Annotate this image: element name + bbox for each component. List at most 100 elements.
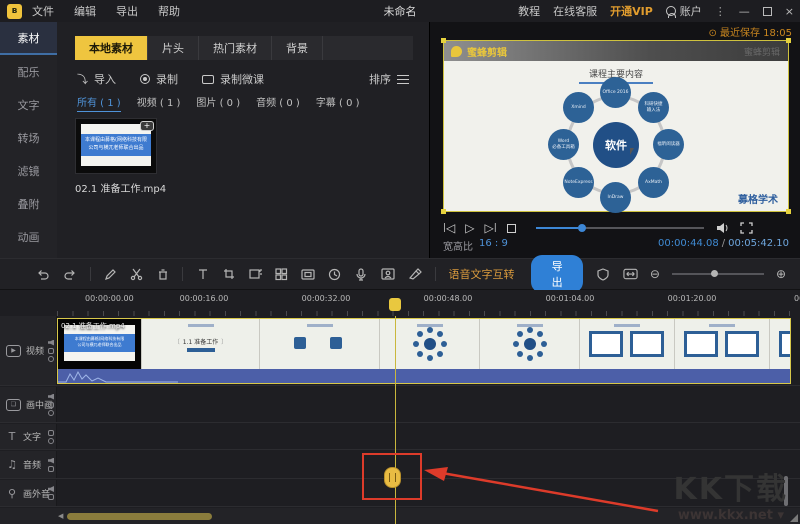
stop-button[interactable] [507,224,516,233]
selection-handle[interactable] [441,38,446,43]
zoom-out-icon[interactable]: ⊖ [650,267,660,281]
library-tabs: 本地素材 片头 热门素材 背景 [75,36,413,60]
next-frame-button[interactable]: ▷| [485,221,497,235]
selection-handle[interactable] [786,38,791,43]
visibility-icon[interactable] [48,438,54,444]
add-to-track-icon[interactable]: + [140,121,154,131]
hscroll-thumb[interactable] [67,513,212,520]
mute-icon[interactable] [48,340,54,346]
tab-background[interactable]: 背景 [272,36,323,60]
redo-icon[interactable] [63,267,77,282]
more-menu-icon[interactable]: ⋮ [715,5,726,18]
seek-slider[interactable] [536,227,704,229]
sidebar-item-overlay[interactable]: 叠附 [0,187,57,220]
mute-icon[interactable] [48,394,54,400]
timeline-ruler[interactable]: 00:00:00.00 00:00:16.00 00:00:32.00 00:0… [57,290,800,316]
freeze-frame-icon[interactable] [249,267,262,282]
track-pip-header[interactable]: ❏ 画中画 [0,387,57,422]
tab-hot-media[interactable]: 热门素材 [199,36,272,60]
record-button[interactable]: 录制 [140,71,178,87]
close-button[interactable]: × [785,5,794,18]
menu-help[interactable]: 帮助 [158,3,180,19]
marker-flag-icon[interactable] [596,267,611,282]
sidebar: 素材 配乐 文字 转场 滤镜 叠附 动画 [0,22,57,258]
lock-icon[interactable] [48,402,54,408]
volume-icon[interactable] [716,222,730,234]
filter-all[interactable]: 所有 ( 1 ) [77,94,121,112]
selection-handle[interactable] [441,209,446,214]
sort-button[interactable]: 排序 [369,71,409,87]
aspect-ratio-value[interactable]: 16 : 9 [479,238,508,253]
annotation-highlight-box [362,453,422,500]
support-link[interactable]: 在线客服 [553,3,597,19]
seek-knob[interactable] [578,224,586,232]
track-voiceover-header[interactable]: ⚲ 画外音 [0,480,57,506]
vip-button[interactable]: 开通VIP [610,3,653,19]
player-controls: |◁ ▷ ▷| [443,218,789,238]
account-button[interactable]: 账户 [666,3,702,19]
record-course-button[interactable]: 录制微课 [202,71,264,87]
zoom-in-icon[interactable]: ⊕ [776,267,786,281]
menu-edit[interactable]: 编辑 [74,3,96,19]
marker-icon[interactable] [408,267,422,282]
edit-icon[interactable] [104,267,117,282]
menu-file[interactable]: 文件 [32,3,54,19]
visibility-icon[interactable] [48,410,54,416]
sidebar-item-filter[interactable]: 滤镜 [0,154,57,187]
filter-subtitle[interactable]: 字幕 ( 0 ) [316,94,360,112]
portrait-icon[interactable] [381,267,395,282]
preview-video-frame[interactable]: 蜜蜂剪辑 蜜蜂剪辑 课程主要内容 软件 Office 2016 科研快捷 输入法… [443,40,789,212]
filmstrip-thumb: 1.1 准备工作 [142,319,260,369]
minimize-button[interactable]: — [739,5,750,18]
timeline-video-clip[interactable]: 02.1 准备工作.mp4 本课程由募格(网络科技有限 公司与横兀老师联合出品 … [57,318,791,384]
timeline-zoom-slider[interactable] [672,273,764,275]
sidebar-item-media[interactable]: 素材 [0,22,57,55]
sidebar-item-text[interactable]: 文字 [0,88,57,121]
player-info: 宽高比 16 : 9 00:00:44.08/00:05:42.10 [443,238,789,253]
track-audio-header[interactable]: ♫ 音频 [0,451,57,478]
tab-local-media[interactable]: 本地素材 [75,36,148,60]
prev-frame-button[interactable]: |◁ [443,221,455,235]
filmstrip-thumb [480,319,580,369]
fit-timeline-icon[interactable] [623,267,638,282]
zoom-knob[interactable] [711,270,718,277]
speed-icon[interactable] [328,267,341,282]
undo-icon[interactable] [36,267,50,282]
visibility-icon[interactable] [48,356,54,362]
pip-zoom-icon[interactable] [301,267,315,282]
sidebar-item-animation[interactable]: 动画 [0,220,57,253]
mosaic-icon[interactable] [275,267,288,282]
lock-icon[interactable] [48,430,54,436]
sidebar-item-music[interactable]: 配乐 [0,55,57,88]
lock-icon[interactable] [48,466,54,472]
import-button[interactable]: ⤵导入 [77,71,116,87]
crop-icon[interactable] [223,267,236,282]
track-video-header[interactable]: ▶ 视频 [0,316,57,385]
tab-intro[interactable]: 片头 [148,36,199,60]
filter-video[interactable]: 视频 ( 1 ) [137,94,181,112]
maximize-button[interactable] [763,7,772,16]
export-button[interactable]: 导出 [531,255,582,293]
selection-handle[interactable] [786,209,791,214]
fullscreen-icon[interactable] [740,222,753,234]
filter-audio[interactable]: 音频 ( 0 ) [256,94,300,112]
speech-text-button[interactable]: 语音文字互转 [448,266,514,282]
menu-export[interactable]: 导出 [116,3,138,19]
track-text-header[interactable]: T 文字 [0,424,57,449]
lock-icon[interactable] [48,348,54,354]
text-tool-icon[interactable] [196,267,209,282]
sidebar-item-transition[interactable]: 转场 [0,121,57,154]
mute-icon[interactable] [48,486,54,492]
play-button[interactable]: ▷ [465,221,474,235]
playhead-handle[interactable] [389,298,401,311]
media-clip-thumbnail[interactable]: 本课程由募格(网络科技有限 公司与横兀老师联合出品 + [75,118,157,174]
mic-icon[interactable] [354,267,367,282]
scroll-left-icon[interactable]: ◀ [58,512,63,520]
lock-icon[interactable] [48,494,54,500]
tutorial-link[interactable]: 教程 [518,3,540,19]
filmstrip-thumb [580,319,675,369]
split-scissors-icon[interactable] [130,267,143,282]
delete-icon[interactable] [156,267,169,282]
filter-image[interactable]: 图片 ( 0 ) [196,94,240,112]
mute-icon[interactable] [48,458,54,464]
